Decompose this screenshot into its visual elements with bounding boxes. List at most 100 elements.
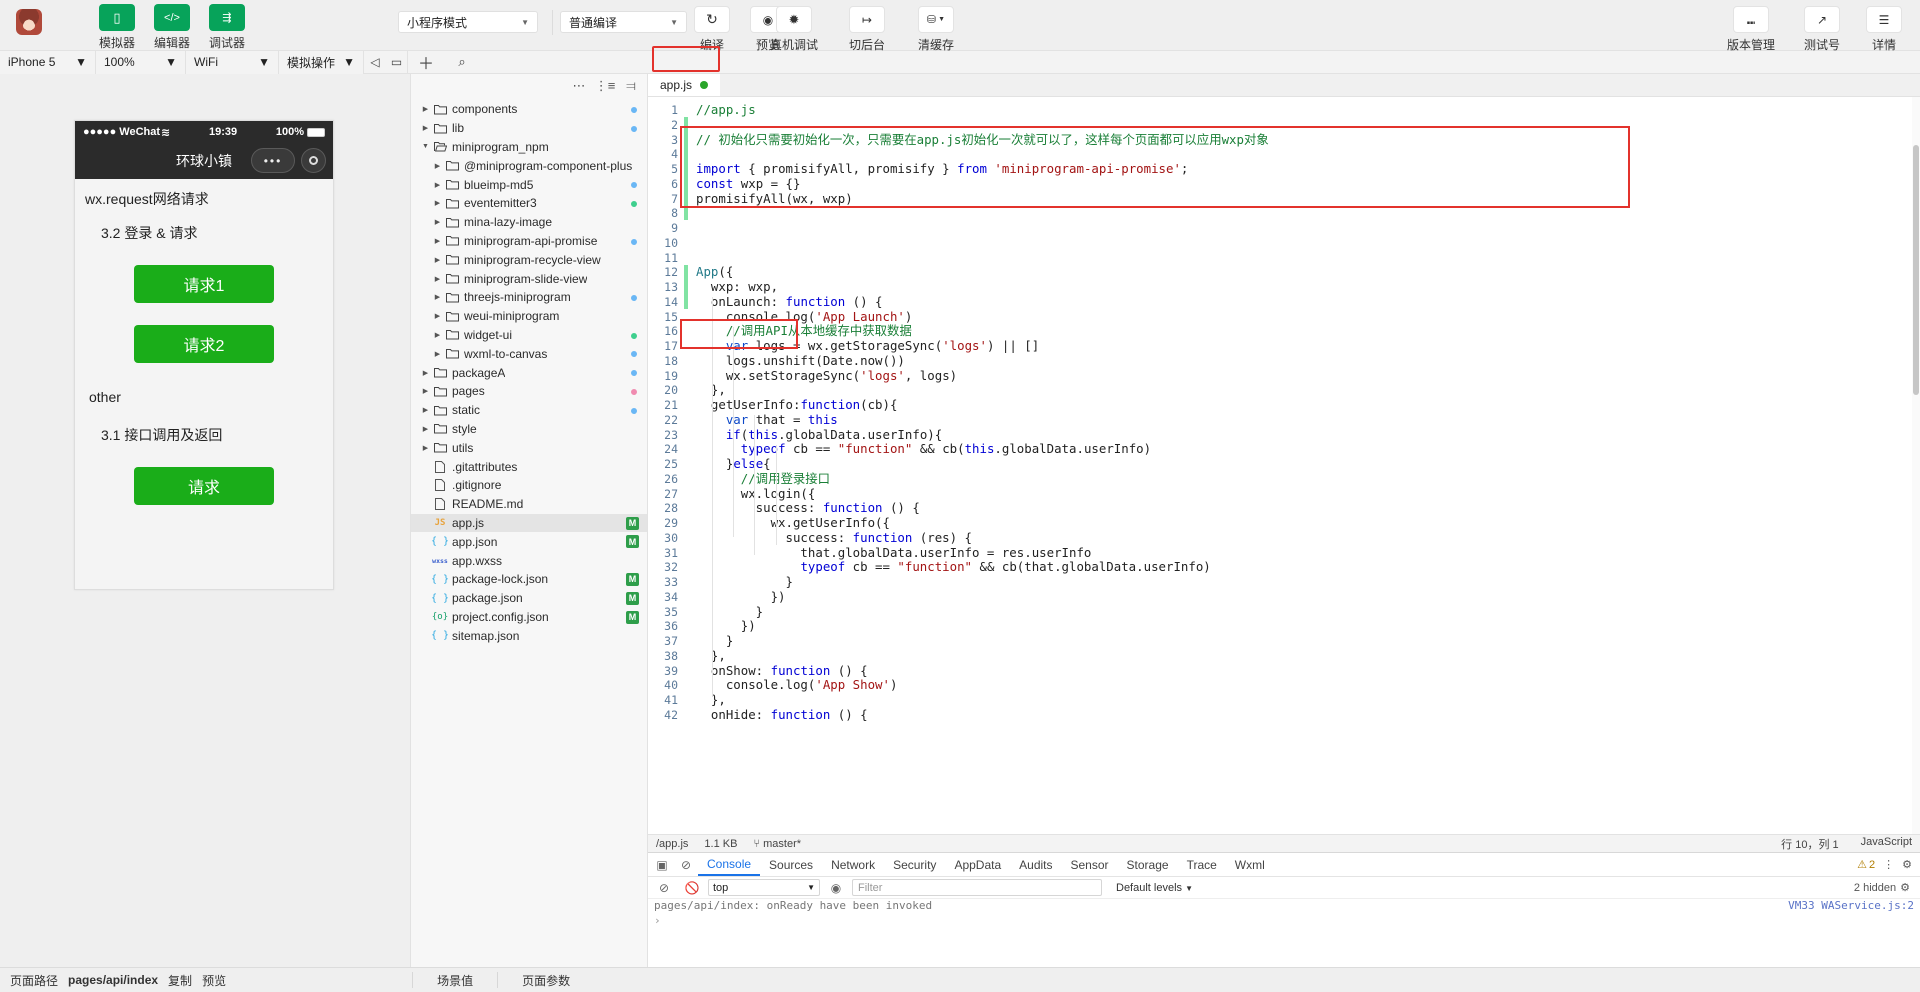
tree-folder-row[interactable]: ▶ pages xyxy=(411,382,647,401)
language-label[interactable]: JavaScript xyxy=(1861,836,1912,852)
chevron-right-icon[interactable]: ▶ xyxy=(431,218,444,226)
volume-icon[interactable]: ◁ xyxy=(364,51,386,74)
clear-cache-button[interactable]: ⛁ ▼ 清缓存 xyxy=(911,6,961,53)
tree-folder-row[interactable]: ▶ mina-lazy-image xyxy=(411,213,647,232)
chevron-right-icon[interactable]: ▶ xyxy=(431,256,444,264)
chevron-right-icon[interactable]: ▶ xyxy=(431,199,444,207)
eye-icon[interactable]: ◉ xyxy=(824,877,848,899)
tree-file-row[interactable]: { } package-lock.json M xyxy=(411,570,647,589)
tree-folder-row[interactable]: ▶ blueimp-md5 xyxy=(411,175,647,194)
tree-folder-row[interactable]: ▶ threejs-miniprogram xyxy=(411,288,647,307)
chevron-right-icon[interactable]: ▶ xyxy=(431,350,444,358)
hidden-messages-count[interactable]: 2 hidden ⚙ xyxy=(1854,881,1916,895)
devtools-tab-appdata[interactable]: AppData xyxy=(945,853,1010,876)
editor-toggle-button[interactable]: </> 编辑器 xyxy=(147,4,197,51)
console-filter-input[interactable]: Filter xyxy=(852,879,1102,896)
tree-folder-row[interactable]: ▶ components xyxy=(411,100,647,119)
chevron-right-icon[interactable]: ▶ xyxy=(431,162,444,170)
devtools-tab-network[interactable]: Network xyxy=(822,853,884,876)
chevron-right-icon[interactable]: ▶ xyxy=(419,105,432,113)
background-button[interactable]: ↦ 切后台 xyxy=(842,6,892,53)
close-capsule-button[interactable] xyxy=(301,148,326,173)
more-icon[interactable]: ⋯ xyxy=(567,75,591,97)
chevron-right-icon[interactable]: ▶ xyxy=(419,369,432,377)
clear-console-icon[interactable]: ⊘ xyxy=(652,877,676,899)
chevron-right-icon[interactable]: ▶ xyxy=(419,444,432,452)
tree-file-row[interactable]: .gitattributes xyxy=(411,457,647,476)
more-capsule-button[interactable]: ••• xyxy=(251,148,295,173)
chevron-right-icon[interactable]: ▶ xyxy=(431,237,444,245)
real-device-debug-button[interactable]: ✹ 真机调试 xyxy=(765,6,823,53)
chevron-right-icon[interactable]: ▶ xyxy=(431,293,444,301)
tree-file-row[interactable]: .gitignore xyxy=(411,476,647,495)
log-levels-select[interactable]: Default levels ▼ xyxy=(1116,882,1193,894)
chevron-right-icon[interactable]: ▶ xyxy=(419,387,432,395)
avatar[interactable] xyxy=(16,9,42,35)
tree-file-row[interactable]: { } sitemap.json xyxy=(411,626,647,645)
device-select[interactable]: iPhone 5 ▼ xyxy=(0,50,96,74)
gear-icon[interactable]: ⚙ xyxy=(1900,881,1910,894)
screen-icon[interactable]: ▭ xyxy=(386,50,408,74)
tree-folder-row[interactable]: ▶ miniprogram-slide-view xyxy=(411,269,647,288)
devtools-tab-sources[interactable]: Sources xyxy=(760,853,822,876)
add-icon[interactable]: ＋ xyxy=(408,51,444,74)
test-account-button[interactable]: ↗ 测试号 xyxy=(1800,6,1844,53)
scene-value-button[interactable]: 场景值 xyxy=(429,972,481,989)
tree-folder-row[interactable]: ▼ miniprogram_npm xyxy=(411,138,647,157)
tree-folder-row[interactable]: ▶ utils xyxy=(411,438,647,457)
console-prompt[interactable]: › xyxy=(648,912,1920,929)
request-2-button[interactable]: 请求2 xyxy=(134,325,274,363)
details-button[interactable]: ☰ 详情 xyxy=(1866,6,1902,53)
tree-file-row[interactable]: README.md xyxy=(411,495,647,514)
tree-folder-row[interactable]: ▶ packageA xyxy=(411,363,647,382)
network-select[interactable]: WiFi ▼ xyxy=(186,50,279,74)
branch-indicator[interactable]: ⑂ master* xyxy=(753,838,801,850)
block-icon[interactable]: 🚫 xyxy=(680,877,704,899)
chevron-right-icon[interactable]: ▶ xyxy=(431,331,444,339)
compile-button[interactable]: ↻ 编译 xyxy=(687,6,737,53)
simulator-toggle-button[interactable]: ▯ 模拟器 xyxy=(92,4,142,51)
panel-icon[interactable]: ▣ xyxy=(650,854,674,876)
request-button[interactable]: 请求 xyxy=(134,467,274,505)
tree-folder-row[interactable]: ▶ static xyxy=(411,401,647,420)
preview-path-button[interactable]: 预览 xyxy=(202,972,226,989)
context-select[interactable]: top ▼ xyxy=(708,879,820,896)
tree-file-row[interactable]: JS app.js M xyxy=(411,513,647,533)
compile-select[interactable]: 普通编译 ▼ xyxy=(560,11,687,33)
clear-icon[interactable]: ⊘ xyxy=(674,854,698,876)
tree-file-row[interactable]: { } app.json M xyxy=(411,532,647,551)
chevron-down-icon[interactable]: ▼ xyxy=(419,143,432,150)
console-log-source[interactable]: VM33 WAService.js:2 xyxy=(1788,899,1914,912)
mode-select[interactable]: 小程序模式 ▼ xyxy=(398,11,538,33)
tree-folder-row[interactable]: ▶ eventemitter3 xyxy=(411,194,647,213)
code-area[interactable]: 1 2 3 4 5 6 7 8 9 10 11 12 13 14 15 16 17 18 19 20 21 22 23 24 2… xyxy=(648,97,1920,834)
request-1-button[interactable]: 请求1 xyxy=(134,265,274,303)
chevron-right-icon[interactable]: ▶ xyxy=(419,124,432,132)
devtools-tab-sensor[interactable]: Sensor xyxy=(1062,853,1118,876)
chevron-right-icon[interactable]: ▶ xyxy=(431,181,444,189)
more-icon[interactable]: ⋮ xyxy=(1883,858,1894,871)
devtools-tab-trace[interactable]: Trace xyxy=(1178,853,1226,876)
tree-file-row[interactable]: wxss app.wxss xyxy=(411,551,647,570)
devtools-tab-storage[interactable]: Storage xyxy=(1118,853,1178,876)
devtools-tab-wxml[interactable]: Wxml xyxy=(1226,853,1274,876)
sort-icon[interactable]: ⋮≡ xyxy=(593,75,617,97)
chevron-right-icon[interactable]: ▶ xyxy=(419,425,432,433)
chevron-right-icon[interactable]: ▶ xyxy=(431,312,444,320)
chevron-right-icon[interactable]: ▶ xyxy=(431,275,444,283)
tree-folder-row[interactable]: ▶ miniprogram-api-promise xyxy=(411,232,647,251)
editor-scrollbar[interactable] xyxy=(1912,97,1920,834)
devtools-tab-console[interactable]: Console xyxy=(698,853,761,876)
version-management-button[interactable]: ⑉ 版本管理 xyxy=(1725,6,1777,53)
search-icon[interactable]: ⌕ xyxy=(444,51,480,74)
tree-folder-row[interactable]: ▶ miniprogram-recycle-view xyxy=(411,250,647,269)
tree-folder-row[interactable]: ▶ widget-ui xyxy=(411,326,647,345)
copy-path-button[interactable]: 复制 xyxy=(168,972,192,989)
chevron-right-icon[interactable]: ▶ xyxy=(419,406,432,414)
tree-folder-row[interactable]: ▶ style xyxy=(411,420,647,439)
gear-icon[interactable]: ⚙ xyxy=(1902,858,1912,871)
debugger-toggle-button[interactable]: ⇶ 调试器 xyxy=(202,4,252,51)
tree-file-row[interactable]: {o} project.config.json M xyxy=(411,608,647,627)
mock-action-select[interactable]: 模拟操作 ▼ xyxy=(279,50,364,74)
devtools-tab-audits[interactable]: Audits xyxy=(1010,853,1061,876)
